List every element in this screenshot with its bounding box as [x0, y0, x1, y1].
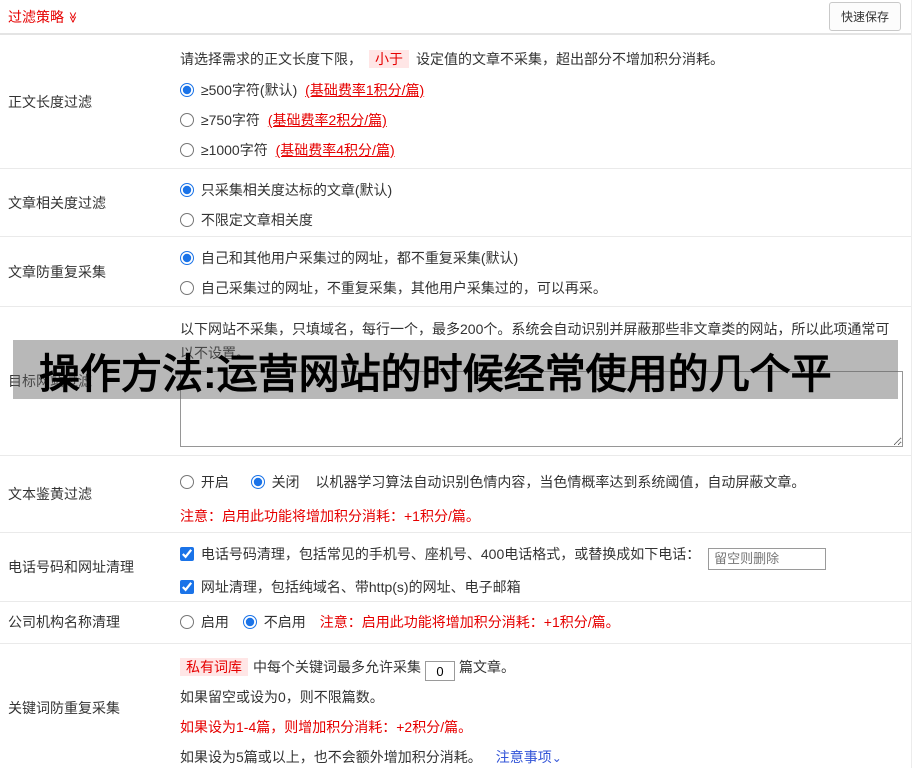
radio-porn-on-input[interactable]: [180, 475, 194, 489]
row-relevance-filter: 文章相关度过滤 只采集相关度达标的文章(默认) 不限定文章相关度: [0, 169, 911, 237]
row-keyword-dedup: 关键词防重复采集 私有词库中每个关键词最多允许采集 篇文章。 如果留空或设为0，则…: [0, 644, 911, 768]
private-lexicon-tag: 私有词库: [180, 657, 248, 676]
keyword-line1-end: 篇文章。: [459, 658, 515, 675]
radio-option-750[interactable]: ≥750字符 (基础费率2积分/篇): [180, 112, 387, 128]
checkbox-phone-cleanup[interactable]: 电话号码清理，包括常见的手机号、座机号、400电话格式，或替换成如下电话：: [180, 546, 704, 562]
radio-dedup-all-users-text: 自己和其他用户采集过的网址，都不重复采集(默认): [200, 250, 519, 266]
notice-chevron-down-icon: ⌄: [551, 750, 562, 765]
radio-company-on-input[interactable]: [180, 615, 194, 629]
radio-dedup-self-only-input[interactable]: [180, 281, 194, 295]
company-cleanup-label: 公司机构名称清理: [8, 614, 120, 630]
radio-company-off-text: 不启用: [263, 614, 306, 630]
radio-relevance-any-input[interactable]: [180, 213, 194, 227]
length-filter-label: 正文长度过滤: [8, 93, 92, 110]
radio-dedup-self-only-text: 自己采集过的网址，不重复采集，其他用户采集过的，可以再采。: [200, 280, 607, 296]
row-dedup-filter: 文章防重复采集 自己和其他用户采集过的网址，都不重复采集(默认) 自己采集过的网…: [0, 237, 911, 307]
dedup-filter-label: 文章防重复采集: [8, 263, 106, 280]
radio-relevance-strict[interactable]: 只采集相关度达标的文章(默认): [180, 182, 392, 198]
radio-dedup-self-only[interactable]: 自己采集过的网址，不重复采集，其他用户采集过的，可以再采。: [180, 280, 607, 296]
radio-relevance-strict-input[interactable]: [180, 183, 194, 197]
overlay-banner-text: 操作方法:运营网站的时候经常使用的几个平: [39, 350, 832, 397]
radio-porn-off[interactable]: 关闭: [250, 474, 304, 490]
radio-500-fee-note: (基础费率1积分/篇): [305, 82, 425, 98]
checkbox-url-cleanup[interactable]: 网址清理，包括纯域名、带http(s)的网址、电子邮箱: [180, 579, 521, 595]
checkbox-url-cleanup-input[interactable]: [180, 579, 194, 594]
radio-750-fee-note: (基础费率2积分/篇): [267, 112, 387, 128]
filter-strategy-page: 过滤策略 ≫ 快速保存 正文长度过滤 请选择需求的正文长度下限， 小于 设定值的文章…: [0, 0, 912, 768]
radio-option-1000[interactable]: ≥1000字符 (基础费率4积分/篇): [180, 142, 395, 158]
radio-company-on-text: 启用: [200, 614, 229, 630]
length-filter-desc: 请选择需求的正文长度下限， 小于 设定值的文章不采集，超出部分不增加积分消耗。: [180, 47, 903, 71]
length-filter-content: 请选择需求的正文长度下限， 小于 设定值的文章不采集，超出部分不增加积分消耗。 ≥5…: [180, 35, 911, 168]
radio-dedup-all-users-input[interactable]: [180, 251, 194, 265]
notice-link[interactable]: 注意事项: [496, 749, 552, 765]
keyword-line3: 如果设为1-4篇，则增加积分消耗：+2积分/篇。: [180, 718, 473, 735]
checkbox-phone-cleanup-text: 电话号码清理，包括常见的手机号、座机号、400电话格式，或替换成如下电话：: [200, 546, 701, 562]
radio-relevance-any-text: 不限定文章相关度: [200, 212, 313, 228]
row-length-filter: 正文长度过滤 请选择需求的正文长度下限， 小于 设定值的文章不采集，超出部分不增加积…: [0, 35, 911, 169]
radio-750-input[interactable]: [180, 113, 194, 127]
radio-1000-text: ≥1000字符: [200, 142, 268, 158]
phone-cleanup-content: 电话号码清理，包括常见的手机号、座机号、400电话格式，或替换成如下电话： 网址…: [180, 533, 911, 601]
company-cleanup-note: 注意：启用此功能将增加积分消耗：+1积分/篇。: [319, 614, 620, 630]
length-desc-post: 设定值的文章不采集，超出部分不增加积分消耗。: [416, 51, 724, 67]
porn-filter-desc: 以机器学习算法自动识别色情内容，当色情概率达到系统阈值，自动屏蔽文章。: [315, 474, 806, 490]
row-porn-filter: 文本鉴黄过滤 开启 关闭 以机器学习算法自动识别色情内容，当色情概率达到系统阈值…: [0, 456, 911, 533]
checkbox-url-cleanup-text: 网址清理，包括纯域名、带http(s)的网址、电子邮箱: [200, 578, 521, 595]
radio-porn-off-input[interactable]: [250, 475, 265, 489]
row-phone-url-cleanup: 电话号码和网址清理 电话号码清理，包括常见的手机号、座机号、400电话格式，或替…: [0, 533, 911, 602]
keyword-count-input[interactable]: [425, 661, 455, 681]
radio-porn-on-text: 开启: [200, 474, 229, 490]
keyword-line1-mid: 中每个关键词最多允许采集: [253, 658, 421, 675]
quick-save-button[interactable]: 快速保存: [828, 2, 901, 31]
radio-500-text: ≥500字符(默认): [200, 82, 298, 98]
keyword-dedup-label: 关键词防重复采集: [8, 700, 120, 716]
keyword-dedup-content: 私有词库中每个关键词最多允许采集 篇文章。 如果留空或设为0，则不限篇数。 如果设…: [180, 644, 911, 768]
overlay-banner: 操作方法:运营网站的时候经常使用的几个平: [13, 340, 898, 399]
radio-750-text: ≥750字符: [200, 112, 260, 128]
radio-company-off-input[interactable]: [242, 615, 257, 629]
less-than-highlight: 小于: [369, 50, 409, 68]
keyword-line2: 如果留空或设为0，则不限篇数。: [180, 688, 384, 705]
radio-500-input[interactable]: [180, 83, 194, 97]
radio-company-on[interactable]: 启用: [180, 612, 229, 632]
relevance-filter-content: 只采集相关度达标的文章(默认) 不限定文章相关度: [180, 169, 911, 236]
chevron-down-icon: ≫: [66, 11, 79, 24]
radio-porn-off-text: 关闭: [271, 474, 300, 490]
toolbar: 过滤策略 ≫ 快速保存: [0, 0, 911, 35]
keyword-line4: 如果设为5篇或以上，也不会额外增加积分消耗。: [180, 748, 482, 765]
checkbox-phone-cleanup-input[interactable]: [180, 547, 194, 561]
radio-1000-input[interactable]: [180, 143, 194, 157]
page-title: 过滤策略: [8, 8, 64, 25]
radio-1000-fee-note: (基础费率4积分/篇): [275, 142, 395, 158]
radio-dedup-all-users[interactable]: 自己和其他用户采集过的网址，都不重复采集(默认): [180, 250, 518, 266]
radio-relevance-strict-text: 只采集相关度达标的文章(默认): [200, 182, 393, 198]
radio-porn-on[interactable]: 开启: [180, 474, 233, 490]
company-cleanup-content: 启用 不启用 注意：启用此功能将增加积分消耗：+1积分/篇。: [180, 602, 911, 643]
porn-filter-label: 文本鉴黄过滤: [8, 486, 92, 502]
radio-option-500[interactable]: ≥500字符(默认) (基础费率1积分/篇): [180, 82, 424, 98]
row-company-cleanup: 公司机构名称清理 启用 不启用 注意：启用此功能将增加积分消耗：+1积分/篇。: [0, 602, 911, 644]
radio-company-off[interactable]: 不启用: [242, 612, 306, 632]
porn-filter-note: 注意：启用此功能将增加积分消耗：+1积分/篇。: [180, 508, 480, 524]
radio-relevance-any[interactable]: 不限定文章相关度: [180, 212, 313, 228]
filter-strategy-toggle[interactable]: 过滤策略 ≫: [8, 7, 79, 27]
dedup-filter-content: 自己和其他用户采集过的网址，都不重复采集(默认) 自己采集过的网址，不重复采集，…: [180, 237, 911, 306]
porn-filter-content: 开启 关闭 以机器学习算法自动识别色情内容，当色情概率达到系统阈值，自动屏蔽文章…: [180, 456, 911, 532]
replacement-phone-input[interactable]: [708, 547, 827, 570]
length-desc-pre: 请选择需求的正文长度下限，: [180, 51, 362, 67]
phone-cleanup-label: 电话号码和网址清理: [8, 558, 134, 575]
relevance-filter-label: 文章相关度过滤: [8, 194, 106, 211]
